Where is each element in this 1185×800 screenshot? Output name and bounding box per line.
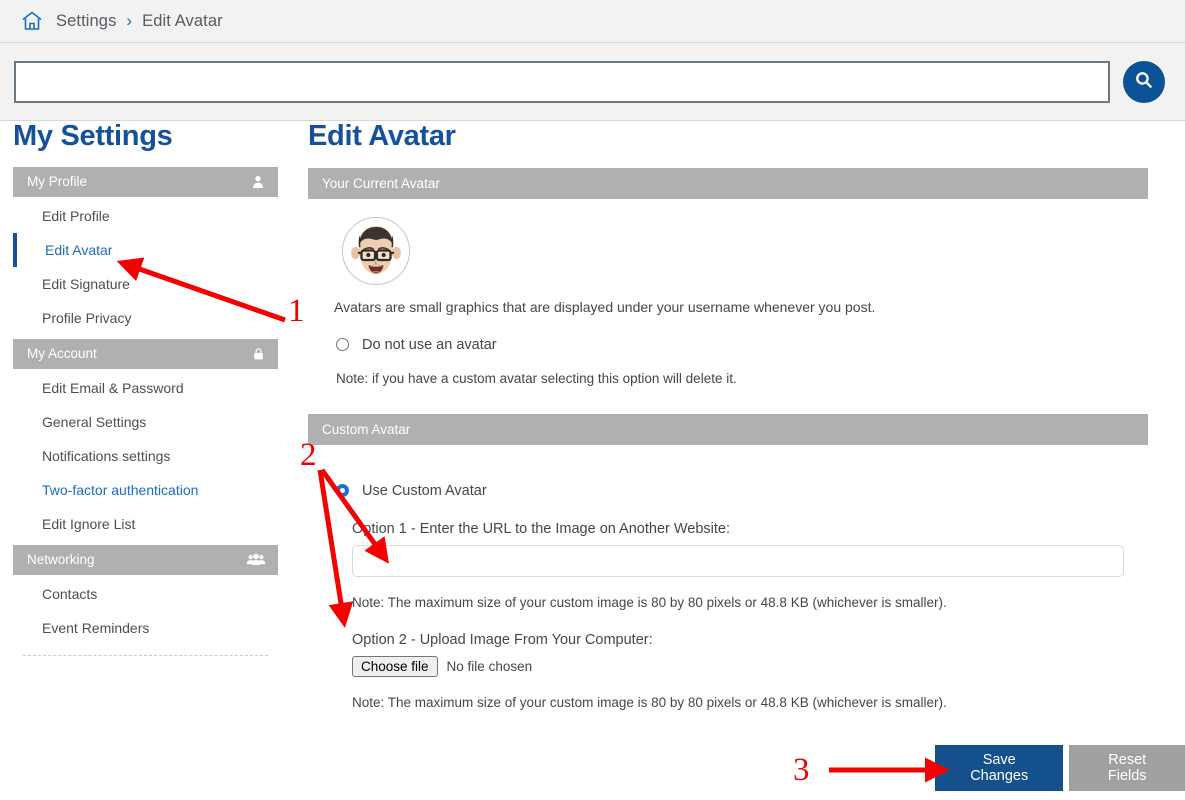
breadcrumb-item-settings[interactable]: Settings	[56, 12, 116, 31]
option2-note: Note: The maximum size of your custom im…	[352, 694, 947, 710]
panel-header-current-avatar: Your Current Avatar	[308, 167, 1148, 199]
sidebar-group-label: My Profile	[27, 174, 88, 190]
panel-header-custom-avatar: Custom Avatar	[308, 413, 1148, 445]
sidebar-item-contacts[interactable]: Contacts	[13, 577, 278, 611]
sidebar-item-general-settings[interactable]: General Settings	[13, 405, 278, 439]
sidebar-group-my-account: My Account	[13, 338, 278, 369]
file-status-text: No file chosen	[446, 658, 533, 674]
file-upload-row: Choose file No file chosen	[352, 655, 1168, 677]
avatar-description: Avatars are small graphics that are disp…	[334, 298, 876, 315]
panel-body-current-avatar: Avatars are small graphics that are disp…	[308, 199, 1168, 386]
radio-use-custom-avatar-indicator[interactable]	[336, 484, 349, 498]
sidebar-item-label: Edit Profile	[42, 207, 110, 224]
option1-label: Option 1 - Enter the URL to the Image on…	[352, 520, 731, 537]
sidebar-item-label: Notifications settings	[42, 447, 171, 464]
sidebar-item-edit-ignore-list[interactable]: Edit Ignore List	[13, 507, 278, 541]
avatar	[342, 216, 410, 285]
reset-fields-button[interactable]: Reset Fields	[1069, 745, 1185, 791]
sidebar-item-label: Contacts	[42, 585, 98, 602]
panel-body-custom-avatar: Use Custom Avatar Option 1 - Enter the U…	[308, 445, 1168, 710]
radio-use-custom-avatar[interactable]: Use Custom Avatar	[336, 483, 1168, 499]
no-avatar-note: Note: if you have a custom avatar select…	[336, 370, 737, 386]
sidebar-item-edit-email-password[interactable]: Edit Email & Password	[13, 371, 278, 405]
sidebar-group-label: Networking	[27, 552, 95, 568]
chevron-right-icon: ›	[126, 11, 133, 30]
form-actions: Save Changes Reset Fields	[935, 745, 1185, 791]
sidebar-group-networking: Networking	[13, 544, 278, 575]
people-group-icon	[246, 552, 266, 567]
search-icon	[1133, 69, 1155, 94]
sidebar-item-two-factor-authentication[interactable]: Two-factor authentication	[13, 473, 278, 507]
sidebar-item-label: Edit Email & Password	[42, 379, 184, 396]
sidebar-item-label: Edit Signature	[42, 275, 130, 292]
breadcrumb-bar: Settings › Edit Avatar	[0, 0, 1185, 43]
sidebar-item-edit-signature[interactable]: Edit Signature	[13, 267, 278, 301]
radio-no-avatar[interactable]: Do not use an avatar	[336, 337, 1168, 353]
sidebar-item-label: Edit Avatar	[45, 241, 113, 258]
sidebar: My Settings My Profile Edit Profile Edit…	[13, 120, 278, 656]
annotation-marker-1: 1	[288, 293, 305, 329]
user-icon	[250, 174, 266, 190]
sidebar-item-label: Event Reminders	[42, 619, 150, 636]
search-button[interactable]	[1123, 60, 1165, 103]
option1-note: Note: The maximum size of your custom im…	[352, 594, 947, 610]
lock-icon	[251, 346, 266, 362]
radio-no-avatar-indicator[interactable]	[336, 338, 349, 352]
save-changes-button[interactable]: Save Changes	[935, 745, 1064, 791]
sidebar-item-label: Profile Privacy	[42, 309, 132, 326]
sidebar-group-my-profile: My Profile	[13, 166, 278, 197]
panel-title: Custom Avatar	[322, 421, 411, 437]
option2-label: Option 2 - Upload Image From Your Comput…	[352, 631, 653, 648]
search-bar	[0, 43, 1185, 121]
sidebar-item-notifications-settings[interactable]: Notifications settings	[13, 439, 278, 473]
avatar-url-input[interactable]	[352, 544, 1124, 577]
sidebar-divider	[23, 654, 268, 656]
settings-page: Settings › Edit Avatar My Settings My Pr…	[0, 0, 1185, 800]
breadcrumb-item-current: Edit Avatar	[142, 11, 223, 30]
sidebar-title: My Settings	[13, 120, 173, 152]
search-input[interactable]	[14, 60, 1110, 103]
sidebar-item-profile-privacy[interactable]: Profile Privacy	[13, 301, 278, 335]
radio-no-avatar-label: Do not use an avatar	[362, 336, 497, 353]
sidebar-item-edit-avatar[interactable]: Edit Avatar	[13, 232, 278, 267]
sidebar-item-event-reminders[interactable]: Event Reminders	[13, 611, 278, 645]
sidebar-item-label: Edit Ignore List	[42, 515, 136, 532]
sidebar-group-label: My Account	[27, 346, 97, 362]
sidebar-item-label: General Settings	[42, 413, 147, 430]
radio-use-custom-avatar-label: Use Custom Avatar	[362, 482, 487, 499]
sidebar-item-edit-profile[interactable]: Edit Profile	[13, 199, 278, 233]
page-title: Edit Avatar	[308, 120, 456, 152]
choose-file-button[interactable]: Choose file	[352, 655, 438, 677]
panel-title: Your Current Avatar	[322, 175, 440, 191]
annotation-marker-3: 3	[793, 752, 810, 788]
sidebar-item-label: Two-factor authentication	[42, 481, 199, 498]
main-content: Edit Avatar Your Current Avatar Avatars …	[308, 120, 1168, 710]
home-icon[interactable]	[20, 9, 44, 33]
